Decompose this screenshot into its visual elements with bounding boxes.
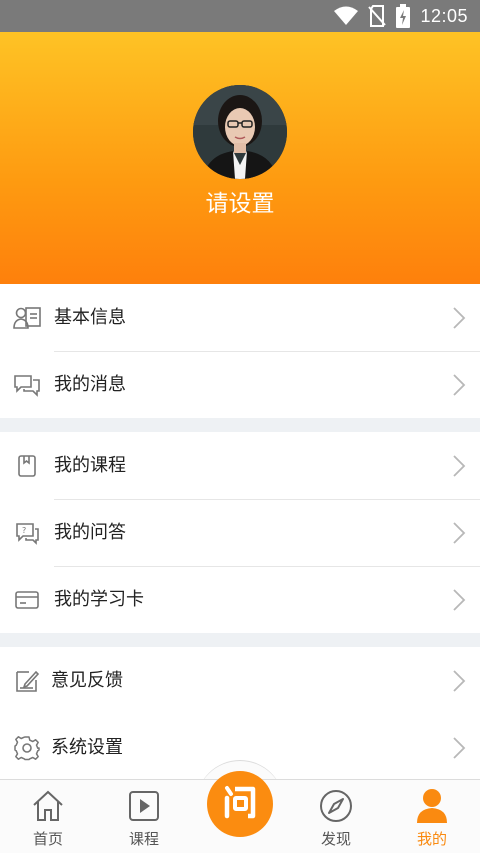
menu-item-label: 我的课程 <box>54 455 126 476</box>
no-sim-icon <box>368 5 387 27</box>
tab-label: 课程 <box>128 830 159 848</box>
tab-home[interactable]: 首页 <box>0 780 96 853</box>
gear-icon <box>13 734 41 762</box>
compass-icon <box>318 788 354 824</box>
qa-bubble-icon: ? <box>13 519 41 547</box>
menu-item-label: 我的学习卡 <box>54 589 144 610</box>
battery-charging-icon <box>396 4 411 28</box>
menu-item-my-messages[interactable]: 我的消息 <box>0 351 480 418</box>
tab-courses[interactable]: 课程 <box>96 780 192 853</box>
avatar[interactable] <box>193 85 287 179</box>
tab-mine[interactable]: 我的 <box>384 780 480 853</box>
menu-item-label: 基本信息 <box>54 307 126 328</box>
status-time: 12:05 <box>420 5 468 26</box>
wifi-icon <box>334 6 359 26</box>
profile-header: 请设置 <box>0 32 480 284</box>
ask-icon <box>220 782 260 826</box>
menu-item-basic-info[interactable]: 基本信息 <box>0 284 480 351</box>
card-icon <box>13 586 41 614</box>
profile-card-icon <box>13 304 41 332</box>
menu-item-feedback[interactable]: 意见反馈 <box>0 647 480 714</box>
person-icon <box>414 788 450 824</box>
home-icon <box>30 788 66 824</box>
chevron-right-icon <box>453 589 466 611</box>
feedback-edit-icon <box>13 667 41 695</box>
tab-discover[interactable]: 发现 <box>288 780 384 853</box>
nickname[interactable]: 请设置 <box>0 184 480 218</box>
menu-item-my-study-card[interactable]: 我的学习卡 <box>0 566 480 633</box>
chevron-right-icon <box>453 455 466 477</box>
chevron-right-icon <box>453 307 466 329</box>
menu-group-account: 基本信息 我的消息 <box>0 284 480 418</box>
tab-label: 发现 <box>320 830 351 848</box>
menu-item-label: 系统设置 <box>51 737 123 758</box>
menu-item-label: 意见反馈 <box>51 670 123 691</box>
svg-text:?: ? <box>22 526 26 535</box>
chevron-right-icon <box>453 374 466 396</box>
chevron-right-icon <box>453 522 466 544</box>
menu-item-my-qa[interactable]: ? 我的问答 <box>0 499 480 566</box>
ask-button[interactable] <box>207 771 273 837</box>
play-square-icon <box>126 788 162 824</box>
menu-item-label: 我的问答 <box>54 522 126 543</box>
menu-item-my-courses[interactable]: 我的课程 <box>0 432 480 499</box>
chat-bubbles-icon <box>13 371 41 399</box>
status-bar: 12:05 <box>0 0 480 32</box>
menu-group-learning: 我的课程 ? 我的问答 我的学习卡 <box>0 432 480 633</box>
tab-label: 首页 <box>32 830 63 848</box>
chevron-right-icon <box>453 670 466 692</box>
chevron-right-icon <box>453 737 466 759</box>
course-book-icon <box>13 452 41 480</box>
tab-label: 我的 <box>416 830 447 848</box>
menu-item-label: 我的消息 <box>54 374 126 395</box>
